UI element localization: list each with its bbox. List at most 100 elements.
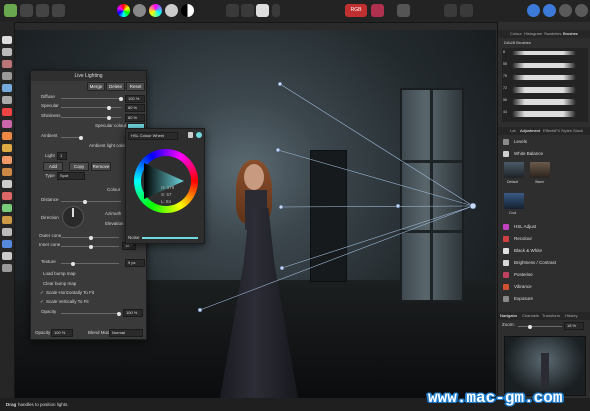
zoom-label: Zoom: xyxy=(502,322,515,327)
tab-histogram[interactable]: Histogram xyxy=(524,30,542,38)
tab-brushes[interactable]: Brushes xyxy=(563,30,578,38)
brush-stroke[interactable] xyxy=(512,75,576,80)
ambient-slider[interactable] xyxy=(61,135,83,140)
wb-preset-cool-thumb[interactable] xyxy=(504,193,524,209)
brush-stroke[interactable] xyxy=(512,51,576,55)
type-dropdown[interactable]: Spot xyxy=(57,172,85,180)
specular-slider[interactable] xyxy=(61,105,121,110)
diffuse-slider[interactable] xyxy=(61,96,123,101)
brush-stroke[interactable] xyxy=(512,111,576,117)
noise-slider[interactable] xyxy=(142,237,198,239)
tab-layers[interactable]: Lat xyxy=(510,127,516,135)
tab-swatches[interactable]: Swatches xyxy=(544,30,561,38)
current-colour-swatch xyxy=(196,132,202,138)
light-handle[interactable] xyxy=(395,203,401,209)
light-handle[interactable] xyxy=(197,307,203,313)
light-handle[interactable] xyxy=(277,81,283,87)
vibrance-icon xyxy=(503,284,509,290)
colour-mode-dropdown[interactable]: HSL Colour Wheel xyxy=(128,132,178,140)
light-source-handle[interactable] xyxy=(469,202,477,210)
wb-preset-warm-thumb[interactable] xyxy=(530,162,550,178)
wb-preset-cool-label: Cool xyxy=(509,211,517,215)
brush-stroke[interactable] xyxy=(512,87,576,93)
add-light-button[interactable]: Add xyxy=(43,162,63,171)
merge-button[interactable]: Merge xyxy=(87,82,105,91)
shininess-slider[interactable] xyxy=(61,115,121,120)
colour-popup: HSL Colour Wheel H: 179 S: 57 L: 84 Nois… xyxy=(125,128,205,244)
layer-opacity-label: Opacity xyxy=(35,330,51,335)
eyedropper-icon[interactable] xyxy=(188,132,193,138)
diffuse-value[interactable]: 100 % xyxy=(125,95,145,103)
tab-channels[interactable]: Channels xyxy=(522,312,539,320)
opacity-slider-value[interactable]: 100 % xyxy=(123,309,143,317)
brush-category[interactable]: DAUB Brushes xyxy=(504,40,531,45)
tab-history[interactable]: History xyxy=(565,312,577,320)
brush-size: 44 xyxy=(503,110,507,114)
brush-size: 72 xyxy=(503,86,507,90)
brush-stroke[interactable] xyxy=(512,63,576,68)
adjustment-recolour[interactable]: Recolour xyxy=(500,234,589,244)
tab-adjustment[interactable]: Adjustment xyxy=(520,127,540,135)
zoom-value[interactable]: 18 % xyxy=(564,322,584,330)
adjustment-exposure[interactable]: Exposure xyxy=(500,294,589,304)
ambient-light-colour-label: Ambient light colour xyxy=(89,143,129,148)
bottom-tabs: Navigator Channels Transform History xyxy=(498,312,590,320)
diffuse-label: Diffuse xyxy=(41,94,55,99)
scale-h-checkbox[interactable]: ✓ xyxy=(40,290,44,296)
tab-styles[interactable]: Styles xyxy=(561,127,572,135)
delete-button[interactable]: Delete xyxy=(106,82,125,91)
layer-opacity-value[interactable]: 100 % xyxy=(51,329,73,337)
distance-slider[interactable] xyxy=(61,199,121,204)
tab-transform[interactable]: Transform xyxy=(542,312,560,320)
tab-stock[interactable]: Stock xyxy=(573,127,583,135)
texture-slider[interactable] xyxy=(61,261,119,266)
blend-mode-dropdown[interactable]: Normal xyxy=(109,329,143,337)
copy-light-button[interactable]: Copy xyxy=(69,162,89,171)
clear-bump-map-button[interactable]: Clear bump map xyxy=(43,281,76,286)
load-bump-map-button[interactable]: Load bump map xyxy=(43,271,76,276)
outer-cone-slider[interactable] xyxy=(61,235,119,240)
light-index[interactable]: 1 xyxy=(57,152,67,160)
outer-cone-label: Outer cone xyxy=(39,233,62,238)
white-balance-icon xyxy=(503,151,509,157)
opacity-slider[interactable] xyxy=(61,311,121,316)
adjustment-vibrance[interactable]: Vibrance xyxy=(500,282,589,292)
light-handle[interactable] xyxy=(275,147,281,153)
brush-list[interactable]: 8 55 75 72 96 44 xyxy=(502,48,588,122)
shininess-value[interactable]: 80 % xyxy=(125,114,145,122)
tab-colour[interactable]: Colour xyxy=(510,30,522,38)
adjustment-black-white[interactable]: Black & White xyxy=(500,246,589,256)
light-handle[interactable] xyxy=(279,265,285,271)
adjustment-levels[interactable]: Levels xyxy=(500,137,589,147)
specular-value[interactable]: 80 % xyxy=(125,104,145,112)
black-white-icon xyxy=(503,248,509,254)
texture-value[interactable]: 9 px xyxy=(125,259,145,267)
scale-v-label: Scale Vertically To Fit xyxy=(46,299,89,304)
adjustment-brightness-contrast[interactable]: Brightness / Contrast xyxy=(500,258,589,268)
adjustment-white-balance[interactable]: White Balance xyxy=(500,149,589,159)
scale-h-label: Scale Horizontally To Fit xyxy=(46,290,95,295)
wb-preset-default-thumb[interactable] xyxy=(504,162,524,178)
brush-stroke[interactable] xyxy=(512,99,576,105)
brush-size: 55 xyxy=(503,62,507,66)
status-bold: Drag xyxy=(6,402,17,407)
tab-effects[interactable]: Effects xyxy=(543,127,555,135)
reset-button[interactable]: Reset xyxy=(126,82,145,91)
specular-colour-label: Specular colour xyxy=(95,123,127,128)
adjustment-hsl[interactable]: HSL Adjust xyxy=(500,222,589,232)
light-handle[interactable] xyxy=(278,204,284,210)
scale-v-checkbox[interactable]: ✓ xyxy=(40,299,44,305)
elevation-label: Elevation xyxy=(105,221,124,226)
hsl-icon xyxy=(503,224,509,230)
opacity-slider-label: Opacity xyxy=(41,309,57,314)
tab-navigator[interactable]: Navigator xyxy=(500,312,517,320)
lightness-readout: L: 84 xyxy=(161,199,172,204)
tab-fx[interactable]: FX xyxy=(555,127,560,135)
adjustment-posterise[interactable]: Posterise xyxy=(500,270,589,280)
direction-dial[interactable] xyxy=(62,206,84,228)
inner-cone-slider[interactable] xyxy=(61,244,119,249)
colour-label: Colour xyxy=(107,187,121,192)
zoom-slider[interactable] xyxy=(518,324,562,329)
light-label: Light xyxy=(45,153,55,158)
remove-light-button[interactable]: Remove xyxy=(91,162,111,171)
